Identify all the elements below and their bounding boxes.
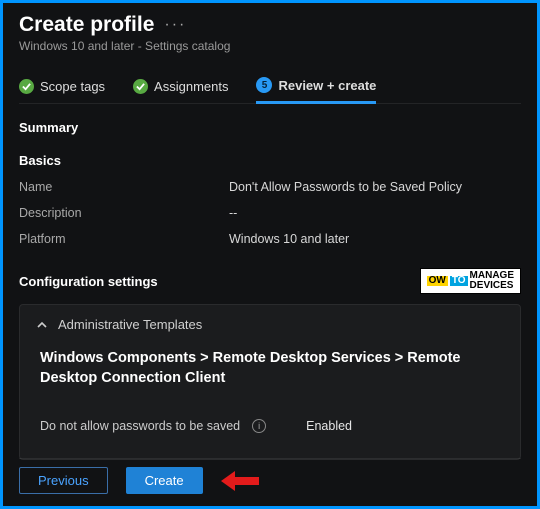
policy-state: Enabled: [306, 419, 352, 433]
card-header[interactable]: Administrative Templates: [36, 317, 504, 332]
tab-scope-tags[interactable]: Scope tags: [19, 77, 105, 103]
tab-label: Assignments: [154, 79, 228, 94]
basics-heading: Basics: [19, 153, 521, 168]
more-icon[interactable]: ···: [164, 16, 186, 34]
tab-review-create[interactable]: 5 Review + create: [256, 77, 376, 104]
kv-row-name: Name Don't Allow Passwords to be Saved P…: [19, 180, 521, 194]
config-settings-heading: Configuration settings: [19, 274, 158, 289]
watermark-part: OW: [427, 276, 448, 286]
kv-row-platform: Platform Windows 10 and later: [19, 232, 521, 246]
chevron-up-icon: [36, 319, 48, 331]
tab-assignments[interactable]: Assignments: [133, 77, 228, 103]
kv-key: Name: [19, 180, 229, 194]
policy-name: Do not allow passwords to be saved: [40, 419, 240, 433]
card-title: Administrative Templates: [58, 317, 202, 332]
wizard-tabs: Scope tags Assignments 5 Review + create: [19, 77, 521, 104]
tab-label: Scope tags: [40, 79, 105, 94]
kv-key: Description: [19, 206, 229, 220]
watermark-part: TO: [450, 276, 468, 286]
kv-value: Windows 10 and later: [229, 232, 349, 246]
kv-key: Platform: [19, 232, 229, 246]
summary-heading: Summary: [19, 120, 521, 135]
wizard-footer: Previous Create: [19, 458, 521, 494]
create-button[interactable]: Create: [126, 467, 203, 494]
info-icon[interactable]: i: [252, 419, 266, 433]
kv-value: --: [229, 206, 237, 220]
settings-path-breadcrumb: Windows Components > Remote Desktop Serv…: [40, 348, 500, 389]
check-icon: [133, 79, 148, 94]
page-subtitle: Windows 10 and later - Settings catalog: [19, 39, 521, 53]
step-number-icon: 5: [256, 77, 272, 93]
kv-value: Don't Allow Passwords to be Saved Policy: [229, 180, 462, 194]
tab-label: Review + create: [278, 78, 376, 93]
watermark-logo: OW TO MANAGE DEVICES: [420, 268, 521, 294]
watermark-part: DEVICES: [470, 281, 514, 291]
check-icon: [19, 79, 34, 94]
page-title: Create profile: [19, 13, 154, 37]
settings-card: Administrative Templates Windows Compone…: [19, 304, 521, 460]
policy-row: Do not allow passwords to be saved i Ena…: [40, 419, 504, 433]
kv-row-description: Description --: [19, 206, 521, 220]
annotation-arrow-icon: [221, 471, 261, 491]
previous-button[interactable]: Previous: [19, 467, 108, 494]
